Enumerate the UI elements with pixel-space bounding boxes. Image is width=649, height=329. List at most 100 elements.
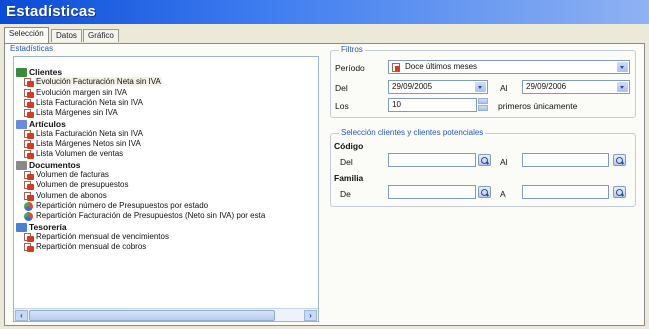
top-count-input[interactable]: 10 xyxy=(388,98,477,112)
report-icon xyxy=(24,140,34,150)
tree-item[interactable]: Lista Facturación Neta sin IVA xyxy=(24,98,144,108)
report-icon xyxy=(24,150,34,160)
tree-item-label: Volumen de facturas xyxy=(36,170,109,179)
from-date-label: Del xyxy=(335,83,348,93)
tree-category-label: Documentos xyxy=(29,159,81,170)
tree-item[interactable]: Volumen de abonos xyxy=(24,191,108,201)
tree-item-label: Lista Facturación Neta sin IVA xyxy=(36,128,144,138)
code-from-label: Del xyxy=(340,157,353,167)
pie-chart-icon xyxy=(24,201,33,211)
tree-item[interactable]: Lista Volumen de ventas xyxy=(24,149,124,160)
title-bar: Estadísticas xyxy=(0,0,649,24)
tree-item-label: Repartición Facturación de Presupuestos … xyxy=(36,211,266,221)
top-count-suffix: primeros únicamente xyxy=(498,101,578,111)
from-date-value: 29/09/2005 xyxy=(392,82,433,91)
report-icon xyxy=(24,243,34,253)
tree-item[interactable]: Repartición mensual de cobros xyxy=(24,242,147,253)
chevron-down-icon[interactable] xyxy=(617,82,628,92)
tab-seleccion[interactable]: Selección xyxy=(4,27,49,43)
tree-item-label: Lista Márgenes Netos sin IVA xyxy=(36,139,141,149)
treasury-icon xyxy=(16,222,27,232)
pie-chart-icon xyxy=(24,212,33,222)
tree-item[interactable]: Lista Facturación Neta sin IVA xyxy=(24,129,144,139)
filters-group-title: Filtros xyxy=(339,45,365,54)
chevron-down-icon[interactable] xyxy=(475,82,486,92)
period-label: Período xyxy=(335,63,365,73)
report-icon xyxy=(24,232,34,242)
family-from-label: De xyxy=(340,189,351,199)
scroll-right-button[interactable]: › xyxy=(304,310,317,321)
top-count-label: Los xyxy=(335,101,349,111)
family-section-label: Familia xyxy=(334,173,364,183)
tree-category-label: Artículos xyxy=(29,118,66,129)
scroll-left-button[interactable]: ‹ xyxy=(15,310,28,321)
articles-icon xyxy=(16,119,27,129)
code-section-label: Código xyxy=(334,141,364,151)
statistics-tree[interactable]: Clientes Evolución Facturación Neta sin I… xyxy=(13,56,319,322)
tree-item[interactable]: Volumen de presupuestos xyxy=(24,180,130,191)
tree-item[interactable]: Volumen de facturas xyxy=(24,170,110,180)
tab-grafico[interactable]: Gráfico xyxy=(83,29,119,42)
tree-item-label: Lista Volumen de ventas xyxy=(36,149,124,159)
horizontal-scrollbar[interactable]: ‹ › xyxy=(14,308,318,321)
stepper-down-icon[interactable] xyxy=(478,105,488,111)
to-date-label: Al xyxy=(500,83,508,93)
family-from-search-icon[interactable] xyxy=(478,186,491,198)
tree-category-tesoreria[interactable]: Tesorería xyxy=(16,222,68,232)
code-from-input[interactable] xyxy=(388,153,476,167)
tree-item[interactable]: Repartición Facturación de Presupuestos … xyxy=(24,211,266,222)
tree-item[interactable]: Lista Márgenes sin IVA xyxy=(24,108,119,119)
report-icon xyxy=(24,171,34,180)
to-date-value: 29/09/2006 xyxy=(526,82,567,91)
tree-category-label: Tesorería xyxy=(29,221,67,232)
tree-item-label: Volumen de abonos xyxy=(36,190,107,200)
documents-icon xyxy=(16,160,27,170)
tree-item-label: Evolución margen sin IVA xyxy=(36,87,128,97)
family-to-label: A xyxy=(500,189,506,199)
tree-category-documentos[interactable]: Documentos xyxy=(16,160,81,170)
code-to-input[interactable] xyxy=(522,153,609,167)
tree-item-label: Lista Facturación Neta sin IVA xyxy=(36,97,144,107)
calendar-icon xyxy=(392,63,400,72)
tree-item[interactable]: Lista Márgenes Netos sin IVA xyxy=(24,139,142,150)
report-icon xyxy=(24,78,34,88)
client-selection-title: Selección clientes y clientes potenciale… xyxy=(339,128,486,137)
family-to-input[interactable] xyxy=(522,185,609,199)
code-from-search-icon[interactable] xyxy=(478,154,491,166)
stepper-up-icon[interactable] xyxy=(478,98,488,104)
chevron-down-icon[interactable] xyxy=(617,62,628,72)
scrollbar-thumb[interactable] xyxy=(29,310,275,321)
tree-item[interactable]: Repartición mensual de vencimientos xyxy=(24,232,170,242)
top-count-value: 10 xyxy=(392,100,401,109)
period-value: Doce últimos meses xyxy=(405,62,478,71)
tab-datos[interactable]: Datos xyxy=(51,29,82,42)
tree-category-label: Clientes xyxy=(29,67,63,77)
report-icon xyxy=(24,109,34,119)
report-icon xyxy=(24,129,34,139)
tree-item-label: Repartición mensual de vencimientos xyxy=(36,231,169,241)
tree-item-label: Lista Márgenes sin IVA xyxy=(36,108,118,118)
report-icon xyxy=(24,88,34,98)
tree-item-label: Repartición número de Presupuestos por e… xyxy=(36,200,209,210)
code-to-search-icon[interactable] xyxy=(613,154,626,166)
tree-item[interactable]: Evolución margen sin IVA xyxy=(24,88,128,98)
report-icon xyxy=(24,181,34,191)
tree-item-label: Evolución Facturación Neta sin IVA xyxy=(35,77,162,87)
report-icon xyxy=(24,191,34,201)
tree-item[interactable]: Evolución Facturación Neta sin IVA xyxy=(24,77,162,88)
tree-item-label: Repartición mensual de cobros xyxy=(36,242,147,252)
people-icon xyxy=(16,68,27,77)
tree-item-label: Volumen de presupuestos xyxy=(36,180,129,190)
top-count-stepper[interactable] xyxy=(478,98,488,112)
family-to-search-icon[interactable] xyxy=(613,186,626,198)
tree-item[interactable]: Repartición número de Presupuestos por e… xyxy=(24,201,209,211)
report-icon xyxy=(24,98,34,108)
period-select[interactable]: Doce últimos meses xyxy=(388,60,630,74)
from-date-picker[interactable]: 29/09/2005 xyxy=(388,80,488,94)
tree-category-articulos[interactable]: Artículos xyxy=(16,119,67,129)
statistics-group-label: Estadísticas xyxy=(10,44,54,53)
code-to-label: Al xyxy=(500,157,508,167)
to-date-picker[interactable]: 29/09/2006 xyxy=(522,80,630,94)
tree-category-clientes[interactable]: Clientes xyxy=(16,67,63,77)
family-from-input[interactable] xyxy=(388,185,476,199)
